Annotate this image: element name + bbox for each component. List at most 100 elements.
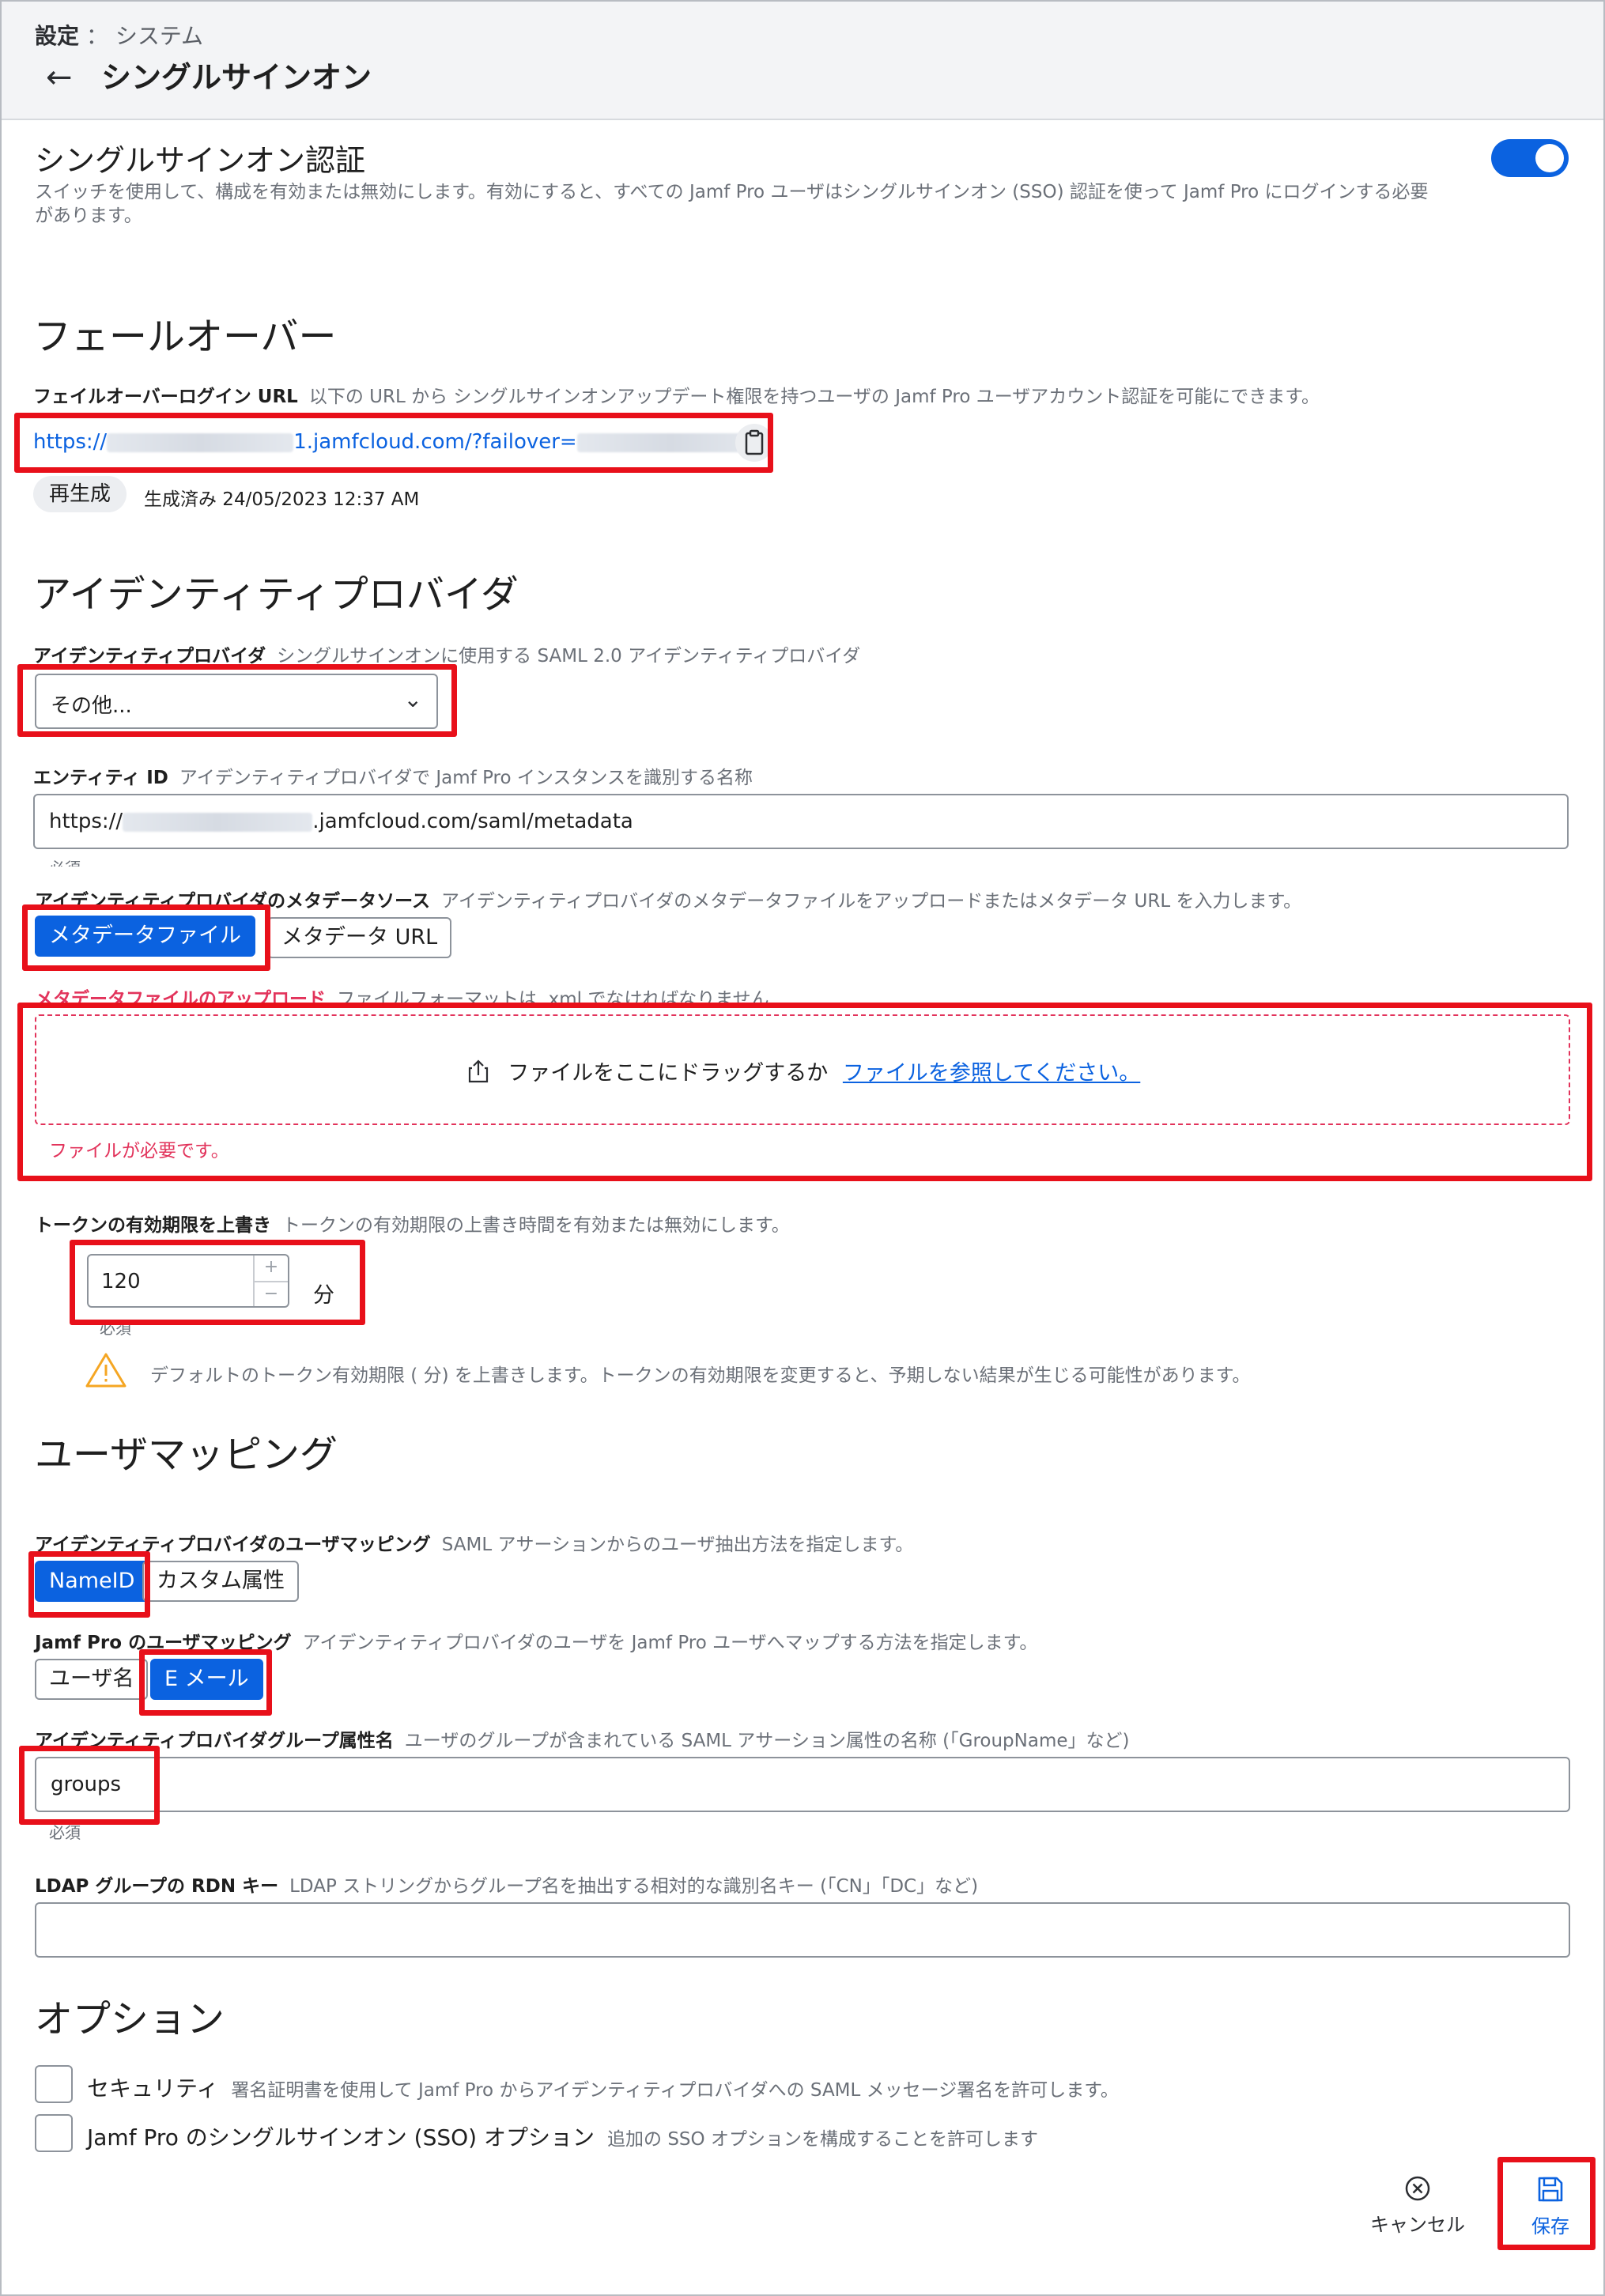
idp-user-mapping-label: アイデンティティプロバイダのユーザマッピング SAML アサーションからのユーザ抽… bbox=[35, 1529, 913, 1556]
idp-user-mapping-label-text: アイデンティティプロバイダのユーザマッピング bbox=[35, 1535, 431, 1555]
chevron-down-icon: ⌄ bbox=[403, 686, 422, 712]
ldap-rdn-description: LDAP ストリングからグループ名を抽出する相対的な識別名キー (「CN」「DC… bbox=[289, 1876, 979, 1897]
security-option-label: セキュリティ bbox=[87, 2075, 219, 2102]
cancel-label: キャンセル bbox=[1370, 2214, 1465, 2236]
ldap-rdn-label: LDAP グループの RDN キー LDAP ストリングからグループ名を抽出する相… bbox=[35, 1871, 978, 1898]
failover-url-prefix: https:// bbox=[33, 430, 108, 454]
token-description: トークンの有効期限の上書き時間を有効または無効にします。 bbox=[282, 1215, 790, 1236]
custom-attribute-option[interactable]: カスタム属性 bbox=[142, 1561, 299, 1602]
redacted-block bbox=[107, 432, 294, 452]
nameid-option[interactable]: NameID bbox=[35, 1561, 149, 1602]
token-minutes-value: 120 bbox=[101, 1270, 141, 1293]
group-attribute-label: アイデンティティプロバイダグループ属性名 ユーザのグループが含まれている SAML… bbox=[35, 1725, 1129, 1752]
entity-id-label: エンティティ ID アイデンティティプロバイダで Jamf Pro インスタンスを… bbox=[33, 762, 753, 789]
sso-description: スイッチを使用して、構成を有効または無効にします。有効にすると、すべての Jam… bbox=[35, 180, 1490, 228]
generated-timestamp: 生成済み 24/05/2023 12:37 AM bbox=[144, 489, 420, 510]
upload-error: ファイルが必要です。 bbox=[49, 1141, 229, 1161]
jamf-user-mapping-label-text: Jamf Pro のユーザマッピング bbox=[35, 1633, 292, 1653]
idp-heading: アイデンティティプロバイダ bbox=[33, 572, 519, 617]
sso-options-checkbox[interactable] bbox=[35, 2114, 73, 2152]
metadata-url-option[interactable]: メタデータ URL bbox=[267, 917, 452, 958]
group-attribute-description: ユーザのグループが含まれている SAML アサーション属性の名称 (「Group… bbox=[404, 1731, 1130, 1751]
upload-description: ファイルフォーマットは .xml でなければなりません bbox=[337, 989, 769, 1010]
upload-icon bbox=[468, 1059, 488, 1083]
page-header: 設定 ： システム ← シングルサインオン bbox=[2, 2, 1603, 120]
breadcrumb-section[interactable]: 設定 bbox=[35, 23, 79, 49]
sso-section-title: シングルサインオン認証 bbox=[35, 143, 366, 178]
metadata-dropzone[interactable]: ファイルをここにドラッグするか ファイルを参照してください。 bbox=[35, 1014, 1570, 1125]
token-required: 必須 bbox=[100, 1319, 131, 1338]
jamf-user-mapping-label: Jamf Pro のユーザマッピング アイデンティティプロバイダのユーザを Jam… bbox=[35, 1627, 1037, 1654]
failover-label: フェイルオーバーログイン URL 以下の URL から シングルサインオンアップデ… bbox=[33, 381, 1320, 408]
stepper-buttons: + − bbox=[253, 1256, 288, 1306]
security-option-description: 署名証明書を使用して Jamf Pro からアイデンティティプロバイダへの SA… bbox=[231, 2080, 1119, 2101]
increment-icon[interactable]: + bbox=[255, 1256, 288, 1281]
entity-id-description: アイデンティティプロバイダで Jamf Pro インスタンスを識別する名称 bbox=[179, 768, 753, 788]
metadata-source-label-text: アイデンティティプロバイダのメタデータソース bbox=[35, 891, 431, 912]
token-warning: デフォルトのトークン有効期限 ( 分) を上書きします。トークンの有効期限を変更… bbox=[150, 1365, 1251, 1386]
failover-url[interactable]: https:// 1.jamfcloud.com/?failover= bbox=[33, 430, 764, 454]
metadata-source-label: アイデンティティプロバイダのメタデータソース アイデンティティプロバイダのメタデー… bbox=[35, 886, 1301, 912]
idp-user-mapping-description: SAML アサーションからのユーザ抽出方法を指定します。 bbox=[441, 1535, 914, 1555]
failover-label-text: フェイルオーバーログイン URL bbox=[33, 387, 298, 407]
idp-description: シングルサインオンに使用する SAML 2.0 アイデンティティプロバイダ bbox=[277, 646, 861, 667]
browse-files-link[interactable]: ファイルを参照してください。 bbox=[843, 1061, 1140, 1086]
entity-id-hint: 必須 bbox=[49, 855, 81, 867]
dropzone-text: ファイルをここにドラッグするか bbox=[508, 1061, 829, 1086]
idp-selected-value: その他... bbox=[51, 694, 132, 718]
group-attribute-value: groups bbox=[51, 1773, 122, 1796]
idp-select[interactable]: その他... ⌄ bbox=[35, 674, 438, 729]
sso-options-label: Jamf Pro のシングルサインオン (SSO) オプション bbox=[87, 2124, 595, 2151]
jamf-user-mapping-description: アイデンティティプロバイダのユーザを Jamf Pro ユーザへマップする方法を… bbox=[302, 1633, 1038, 1653]
options-heading: オプション bbox=[35, 1997, 225, 2041]
user-mapping-heading: ユーザマッピング bbox=[35, 1433, 338, 1477]
save-label: 保存 bbox=[1531, 2215, 1569, 2237]
security-checkbox[interactable] bbox=[35, 2065, 73, 2103]
failover-url-middle: 1.jamfcloud.com/?failover= bbox=[293, 430, 577, 454]
entity-id-label-text: エンティティ ID bbox=[33, 768, 168, 788]
group-attribute-required: 必須 bbox=[49, 1823, 81, 1842]
sso-description-line2: があります。 bbox=[35, 206, 142, 226]
email-option[interactable]: E メール bbox=[150, 1659, 263, 1700]
group-attribute-label-text: アイデンティティプロバイダグループ属性名 bbox=[35, 1731, 394, 1751]
entity-id-prefix: https:// bbox=[49, 810, 123, 833]
regenerate-button[interactable]: 再生成 bbox=[33, 476, 127, 512]
cancel-button[interactable]: キャンセル bbox=[1366, 2174, 1469, 2237]
security-option: セキュリティ 署名証明書を使用して Jamf Pro からアイデンティティプロバイ… bbox=[87, 2071, 1119, 2103]
breadcrumb-page: システム bbox=[115, 23, 204, 49]
metadata-file-option[interactable]: メタデータファイル bbox=[35, 916, 255, 957]
sso-description-line1: スイッチを使用して、構成を有効または無効にします。有効にすると、すべての Jam… bbox=[35, 182, 1429, 202]
ldap-rdn-label-text: LDAP グループの RDN キー bbox=[35, 1876, 279, 1897]
failover-description: 以下の URL から シングルサインオンアップデート権限を持つユーザの Jamf… bbox=[308, 387, 1320, 407]
entity-id-value: https:// .jamfcloud.com/saml/metadata bbox=[49, 810, 633, 833]
ldap-rdn-input[interactable] bbox=[35, 1902, 1570, 1958]
upload-label-text: メタデータファイルのアップロード bbox=[35, 989, 326, 1010]
idp-label-text: アイデンティティプロバイダ bbox=[33, 646, 266, 667]
failover-heading: フェールオーバー bbox=[33, 315, 337, 359]
copy-clipboard-button[interactable] bbox=[735, 424, 773, 462]
idp-label: アイデンティティプロバイダ シングルサインオンに使用する SAML 2.0 アイデ… bbox=[33, 640, 860, 667]
save-button[interactable]: 保存 bbox=[1507, 2174, 1594, 2238]
decrement-icon[interactable]: − bbox=[255, 1281, 288, 1306]
entity-id-input[interactable]: https:// .jamfcloud.com/saml/metadata bbox=[33, 794, 1569, 849]
token-label: トークンの有効期限を上書き トークンの有効期限の上書き時間を有効または無効にします… bbox=[35, 1210, 790, 1237]
dropzone-content: ファイルをここにドラッグするか ファイルを参照してください。 bbox=[36, 1055, 1569, 1086]
sso-options-option: Jamf Pro のシングルサインオン (SSO) オプション 追加の SSO オ… bbox=[87, 2120, 1038, 2152]
username-option[interactable]: ユーザ名 bbox=[35, 1659, 149, 1700]
failover-url-field[interactable]: https:// 1.jamfcloud.com/?failover= bbox=[19, 419, 773, 466]
back-arrow-icon[interactable]: ← bbox=[46, 59, 73, 96]
save-icon bbox=[1538, 2177, 1563, 2202]
entity-id-suffix: .jamfcloud.com/saml/metadata bbox=[312, 810, 633, 833]
breadcrumb-separator: ： bbox=[85, 23, 108, 49]
close-circle-icon bbox=[1405, 2176, 1430, 2201]
token-minutes-stepper[interactable]: 120 + − bbox=[87, 1254, 289, 1308]
sso-options-description: 追加の SSO オプションを構成することを許可します bbox=[607, 2129, 1038, 2150]
upload-label: メタデータファイルのアップロード ファイルフォーマットは .xml でなければなり… bbox=[35, 984, 769, 1010]
page-title: シングルサインオン bbox=[101, 60, 372, 95]
breadcrumb: 設定 ： システム bbox=[35, 19, 203, 51]
clipboard-icon bbox=[745, 429, 764, 455]
warning-icon bbox=[85, 1353, 127, 1388]
redacted-block bbox=[123, 812, 313, 832]
group-attribute-input[interactable]: groups bbox=[35, 1757, 1570, 1812]
sso-toggle[interactable] bbox=[1491, 139, 1569, 177]
